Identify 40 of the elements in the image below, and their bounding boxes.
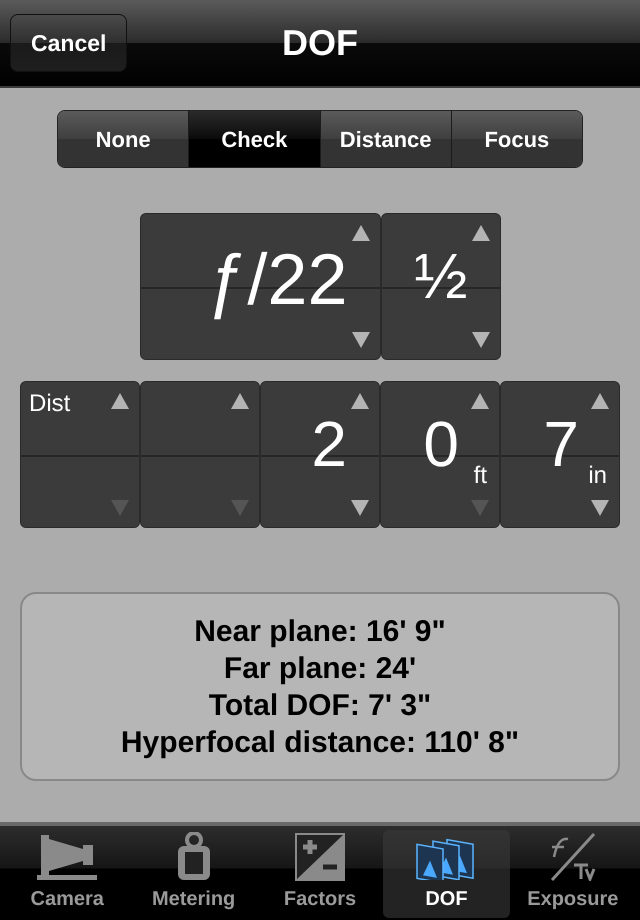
segment-tab[interactable]: Distance: [320, 111, 451, 167]
up-arrow-icon[interactable]: [590, 392, 610, 410]
segment-tab[interactable]: Check: [188, 111, 320, 167]
tab-bar-item[interactable]: DOF: [383, 830, 510, 918]
result-line: Near plane: 16' 9": [194, 614, 446, 650]
tab-bar-item[interactable]: Metering: [130, 830, 257, 918]
result-line: Far plane: 24': [224, 650, 416, 686]
down-arrow-icon[interactable]: [350, 331, 370, 349]
up-arrow-icon[interactable]: [350, 224, 370, 242]
up-arrow-icon[interactable]: [470, 392, 490, 410]
bellows-camera-icon: [37, 833, 98, 881]
dial-wheel[interactable]: 0 ft: [380, 381, 500, 528]
down-arrow-icon[interactable]: [350, 499, 370, 517]
tab-bar-item[interactable]: Factors: [256, 830, 384, 918]
result-line: Total DOF: 7' 3": [208, 688, 432, 724]
unit-label: ft: [474, 461, 487, 491]
down-arrow-icon[interactable]: [590, 499, 610, 517]
dial-value: 7: [543, 412, 579, 476]
plus-minus-icon: [295, 833, 346, 881]
segment-tab[interactable]: None: [58, 111, 188, 167]
tab-bar-item[interactable]: Exposure: [510, 830, 636, 918]
dial-value: 0: [423, 412, 459, 476]
segment-tab[interactable]: Focus: [450, 111, 582, 167]
dial-wheel[interactable]: ½: [380, 213, 500, 360]
dial-wheel[interactable]: 2: [260, 381, 380, 528]
result-line: Hyperfocal distance: 110' 8": [120, 724, 520, 760]
tab-bar-item[interactable]: Camera: [4, 830, 130, 918]
down-arrow-icon[interactable]: [470, 331, 490, 349]
up-arrow-icon[interactable]: [470, 224, 490, 242]
dial-wheel[interactable]: ƒ/22: [140, 213, 380, 360]
dial-label: Dist: [29, 389, 70, 419]
up-arrow-icon[interactable]: [110, 392, 130, 410]
dial-wheel[interactable]: Dist: [20, 381, 140, 528]
dial-value: ½: [414, 244, 468, 308]
unit-label: in: [588, 461, 607, 491]
screen-title: DOF: [282, 21, 358, 65]
dial-value: 2: [311, 412, 347, 476]
up-arrow-icon[interactable]: [350, 392, 370, 410]
cancel-button[interactable]: Cancel: [10, 14, 128, 72]
up-arrow-icon[interactable]: [230, 392, 250, 410]
